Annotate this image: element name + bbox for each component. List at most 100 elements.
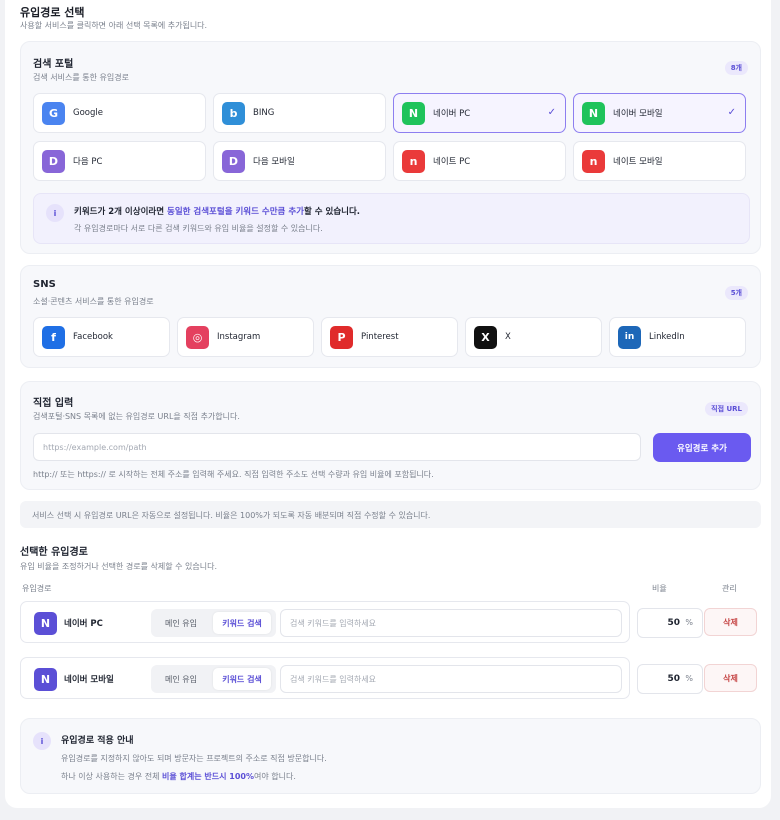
sns-card[interactable]: in LinkedIn bbox=[609, 317, 746, 357]
mode-main-button[interactable]: 메인 유입 bbox=[155, 613, 207, 633]
route-logo-icon: N bbox=[34, 668, 57, 691]
col-manage-header: 관리 bbox=[722, 584, 737, 593]
sns-subtitle: 소셜·콘텐츠 서비스를 통한 유입경로 bbox=[33, 297, 154, 306]
portal-card-label: BING bbox=[253, 108, 275, 118]
sns-title: SNS bbox=[33, 279, 56, 290]
mode-keyword-button[interactable]: 키워드 검색 bbox=[213, 612, 271, 634]
portal-card[interactable]: n 네이트 PC bbox=[393, 141, 566, 181]
sns-card[interactable]: XX bbox=[465, 317, 602, 357]
route-logo-icon: N bbox=[34, 612, 57, 635]
portal-card-label: 네이트 PC bbox=[433, 157, 471, 167]
sns-logo-icon: in bbox=[618, 325, 641, 349]
sns-card-label: Instagram bbox=[217, 332, 261, 342]
portal-card[interactable]: D 다음 PC bbox=[33, 141, 206, 181]
guide-line-1: 유입경로를 지정하지 않아도 되며 방문자는 프로젝트의 주소로 직접 방문합니… bbox=[61, 754, 327, 763]
selected-title: 선택한 유입경로 bbox=[20, 547, 88, 558]
portal-card-label: 다음 모바일 bbox=[253, 157, 295, 167]
ratio-unit: % bbox=[685, 618, 693, 627]
portal-card[interactable]: n 네이트 모바일 bbox=[573, 141, 746, 181]
delete-button[interactable]: 삭제 bbox=[704, 608, 757, 636]
notice-bar: 서비스 선택 시 유입경로 URL은 자동으로 설정됩니다. 비율은 100%가… bbox=[20, 501, 761, 528]
selected-route-row: N 네이버 PC 메인 유입 키워드 검색 검색 키워드를 입력하세요 bbox=[20, 601, 630, 643]
selected-subtitle: 유입 비율을 조정하거나 선택한 경로를 삭제할 수 있습니다. bbox=[20, 562, 217, 571]
sns-card-label: Pinterest bbox=[361, 332, 399, 342]
portal-card-label: 네이버 PC bbox=[433, 109, 471, 119]
direct-input-panel: 직접 입력 검색포털·SNS 목록에 없는 유입경로 URL을 직접 추가합니다… bbox=[20, 381, 761, 490]
guide-line-2-highlight: 비율 합계는 반드시 100% bbox=[162, 772, 254, 781]
sns-card-label: LinkedIn bbox=[649, 332, 685, 342]
search-portal-count: 8개 bbox=[724, 61, 748, 75]
portal-logo-icon: N bbox=[582, 101, 605, 125]
sns-logo-icon: f bbox=[42, 325, 65, 349]
mode-keyword-button[interactable]: 키워드 검색 bbox=[213, 668, 271, 690]
check-icon: ✓ bbox=[727, 107, 736, 118]
col-ratio-header: 비율 bbox=[652, 584, 667, 593]
sns-panel: SNS 소셜·콘텐츠 서비스를 통한 유입경로 5개 f Facebook ◎ Ins… bbox=[20, 265, 761, 368]
portal-card-label: 다음 PC bbox=[73, 157, 103, 167]
notice-text: 서비스 선택 시 유입경로 URL은 자동으로 설정됩니다. 비율은 100%가… bbox=[32, 511, 431, 520]
guide-line-2-post: 여야 합니다. bbox=[254, 772, 296, 781]
keyword-info-highlight: 동일한 검색포털을 키워드 수만큼 추가 bbox=[167, 207, 304, 217]
sns-card-label: X bbox=[505, 332, 511, 342]
mode-toggle: 메인 유입 키워드 검색 bbox=[151, 665, 276, 693]
selected-route-row: N 네이버 모바일 메인 유입 키워드 검색 검색 키워드를 입력하세요 bbox=[20, 657, 630, 699]
ratio-unit: % bbox=[685, 674, 693, 683]
section-subtitle: 사용할 서비스를 클릭하면 아래 선택 목록에 추가됩니다. bbox=[20, 21, 208, 30]
section-title: 유입경로 선택 bbox=[20, 6, 85, 19]
sns-logo-icon: X bbox=[474, 325, 497, 349]
guide-title: 유입경로 적용 안내 bbox=[61, 736, 134, 746]
search-portal-title: 검색 포털 bbox=[33, 59, 74, 70]
portal-logo-icon: b bbox=[222, 101, 245, 125]
keyword-info-line: 키워드가 2개 이상이라면 동일한 검색포털을 키워드 수만큼 추가할 수 있습… bbox=[74, 205, 360, 217]
guide-box: i 유입경로 적용 안내 유입경로를 지정하지 않아도 되며 방문자는 프로젝트… bbox=[20, 718, 761, 794]
guide-info-icon: i bbox=[33, 732, 51, 750]
info-icon: i bbox=[46, 204, 64, 222]
add-route-button[interactable]: 유입경로 추가 bbox=[653, 433, 751, 462]
page: 유입경로 선택 사용할 서비스를 클릭하면 아래 선택 목록에 추가됩니다. 검… bbox=[5, 0, 771, 808]
mode-toggle: 메인 유입 키워드 검색 bbox=[151, 609, 276, 637]
route-name: 네이버 PC bbox=[64, 619, 103, 629]
url-input[interactable]: https://example.com/path bbox=[33, 433, 641, 461]
sns-card[interactable]: f Facebook bbox=[33, 317, 170, 357]
keyword-info-post: 할 수 있습니다. bbox=[303, 207, 361, 217]
search-portal-panel: 검색 포털 검색 서비스를 통한 유입경로 8개 G Google b BING N 네이… bbox=[20, 41, 761, 254]
ratio-value: 50 bbox=[667, 618, 680, 628]
direct-url-badge: 직접 URL bbox=[705, 402, 748, 416]
portal-logo-icon: N bbox=[402, 101, 425, 125]
portal-logo-icon: n bbox=[402, 149, 425, 173]
portal-card[interactable]: N 네이버 PC ✓ bbox=[393, 93, 566, 133]
check-icon: ✓ bbox=[547, 107, 556, 118]
sns-count: 5개 bbox=[724, 286, 748, 300]
guide-line-2: 하나 이상 사용하는 경우 전체 비율 합계는 반드시 100%여야 합니다. bbox=[61, 771, 296, 782]
sns-logo-icon: ◎ bbox=[186, 325, 209, 349]
keyword-info-box: i 키워드가 2개 이상이라면 동일한 검색포털을 키워드 수만큼 추가할 수 … bbox=[33, 193, 750, 244]
sns-card-label: Facebook bbox=[73, 332, 113, 342]
direct-title: 직접 입력 bbox=[33, 398, 74, 409]
portal-card[interactable]: N 네이버 모바일 ✓ bbox=[573, 93, 746, 133]
col-route-header: 유입경로 bbox=[22, 584, 52, 593]
portal-card[interactable]: G Google bbox=[33, 93, 206, 133]
portal-logo-icon: G bbox=[42, 101, 65, 125]
keyword-info-desc: 각 유입경로마다 서로 다른 검색 키워드와 유입 비율을 설정할 수 있습니다… bbox=[74, 224, 323, 233]
ratio-value: 50 bbox=[667, 674, 680, 684]
portal-card-label: 네이트 모바일 bbox=[613, 157, 663, 167]
keyword-info-pre: 키워드가 2개 이상이라면 bbox=[74, 207, 167, 217]
keyword-input[interactable]: 검색 키워드를 입력하세요 bbox=[280, 665, 622, 693]
ratio-input[interactable]: 50% bbox=[637, 664, 703, 694]
sns-logo-icon: P bbox=[330, 325, 353, 349]
portal-logo-icon: D bbox=[222, 149, 245, 173]
portal-card[interactable]: b BING bbox=[213, 93, 386, 133]
direct-subtitle: 검색포털·SNS 목록에 없는 유입경로 URL을 직접 추가합니다. bbox=[33, 412, 240, 421]
search-portal-subtitle: 검색 서비스를 통한 유입경로 bbox=[33, 73, 129, 82]
mode-main-button[interactable]: 메인 유입 bbox=[155, 669, 207, 689]
direct-hint: http:// 또는 https:// 로 시작하는 전체 주소를 입력해 주세… bbox=[33, 470, 434, 479]
delete-button[interactable]: 삭제 bbox=[704, 664, 757, 692]
sns-card[interactable]: P Pinterest bbox=[321, 317, 458, 357]
ratio-input[interactable]: 50% bbox=[637, 608, 703, 638]
keyword-input[interactable]: 검색 키워드를 입력하세요 bbox=[280, 609, 622, 637]
portal-card-label: 네이버 모바일 bbox=[613, 109, 663, 119]
guide-line-2-pre: 하나 이상 사용하는 경우 전체 bbox=[61, 772, 163, 781]
sns-card[interactable]: ◎ Instagram bbox=[177, 317, 314, 357]
portal-card[interactable]: D 다음 모바일 bbox=[213, 141, 386, 181]
portal-card-label: Google bbox=[73, 108, 103, 118]
